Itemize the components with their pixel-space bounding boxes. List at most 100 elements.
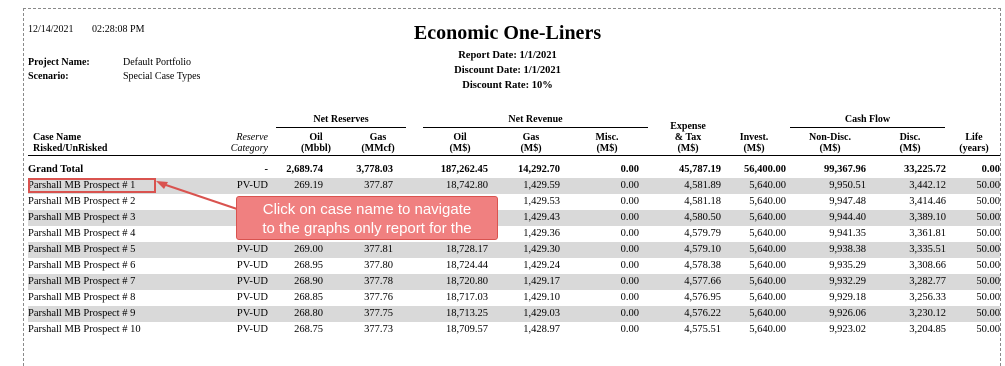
revenue-gas: 1,429.17: [488, 274, 560, 290]
reserve-category: PV-UD: [208, 274, 268, 290]
table-row[interactable]: Parshall MB Prospect # 6 PV-UD 268.95 37…: [28, 258, 1000, 274]
cashflow-nondisc: 9,947.48: [829, 196, 866, 207]
cashflow-disc: 3,308.66: [909, 260, 946, 271]
hdr-rev-oil-unit: (M$): [449, 143, 471, 154]
cashflow-disc: 3,414.46: [909, 196, 946, 207]
case-name-link[interactable]: Parshall MB Prospect # 8: [28, 290, 208, 306]
hdr-nondisc-unit: (M$): [819, 143, 841, 154]
group-rule-reserves: [276, 127, 406, 128]
table-row[interactable]: Parshall MB Prospect # 7 PV-UD 268.90 37…: [28, 274, 1000, 290]
hdr-misc: Misc.: [595, 132, 619, 143]
revenue-gas: 1,428.97: [523, 324, 560, 335]
life-years: 50.00: [976, 196, 1000, 207]
life-years: 50.00: [976, 324, 1000, 335]
expense-tax: 4,575.51: [684, 324, 721, 335]
hdr-invest-unit: (M$): [743, 143, 765, 154]
hdr-misc-unit: (M$): [596, 143, 618, 154]
expense-tax: 4,581.18: [684, 196, 721, 207]
table-row[interactable]: Parshall MB Prospect # 9 PV-UD 268.80 37…: [28, 306, 1000, 322]
revenue-gas: 1,429.59: [488, 178, 560, 194]
net-gas: 377.87: [323, 178, 393, 194]
revenue-gas: 1,429.53: [523, 196, 560, 207]
investment: 5,640.00: [721, 178, 786, 194]
investment: 5,640.00: [749, 292, 786, 303]
revenue-misc: 0.00: [560, 210, 639, 226]
hdr-category: Category: [230, 143, 268, 154]
cashflow-disc: 3,389.10: [866, 210, 946, 226]
net-oil: 268.85: [294, 292, 323, 303]
table-row[interactable]: Parshall MB Prospect # 5 PV-UD 269.00 37…: [28, 242, 1000, 258]
net-oil: 268.75: [294, 324, 323, 335]
revenue-gas: 1,429.43: [488, 210, 560, 226]
net-oil: 268.80: [268, 306, 323, 322]
investment: 5,640.00: [749, 228, 786, 239]
cashflow-nondisc: 9,950.51: [786, 178, 866, 194]
life-years: 50.00: [946, 210, 1000, 226]
cashflow-disc: 3,282.77: [866, 274, 946, 290]
cashflow-nondisc: 9,944.40: [786, 210, 866, 226]
cashflow-nondisc: 9,935.29: [829, 260, 866, 271]
cashflow-nondisc: 9,923.02: [829, 324, 866, 335]
hdr-nondisc: Non-Disc.: [809, 132, 851, 143]
revenue-oil: 18,742.80: [393, 178, 488, 194]
hdr-life-unit: (years): [959, 143, 989, 154]
net-gas: 377.76: [364, 292, 393, 303]
revenue-misc: 0.00: [560, 274, 639, 290]
cashflow-nondisc: 99,367.96: [824, 164, 866, 175]
life-years: 50.00: [976, 260, 1000, 271]
table-row[interactable]: Parshall MB Prospect # 4 1,429.36 0.00 4…: [28, 226, 1000, 242]
net-oil: 268.95: [294, 260, 323, 271]
net-gas: 3,778.03: [356, 164, 393, 175]
table-row[interactable]: Parshall MB Prospect # 8 PV-UD 268.85 37…: [28, 290, 1000, 306]
hdr-rev-oil: Oil: [453, 132, 467, 143]
hdr-invest: Invest.: [739, 132, 769, 143]
case-name-link[interactable]: Parshall MB Prospect # 10: [28, 322, 208, 338]
net-gas: 377.73: [364, 324, 393, 335]
scenario-value: Special Case Types: [123, 71, 201, 82]
case-name-link[interactable]: Parshall MB Prospect # 9: [28, 306, 208, 322]
group-cash-flow: Cash Flow: [844, 114, 891, 125]
group-rule-revenue: [423, 127, 648, 128]
expense-tax: 4,578.38: [684, 260, 721, 271]
case-name-link[interactable]: Parshall MB Prospect # 5: [28, 242, 208, 258]
revenue-gas: 1,429.10: [523, 292, 560, 303]
revenue-misc: 0.00: [620, 324, 639, 335]
net-oil: 269.00: [268, 242, 323, 258]
cashflow-disc: 3,442.12: [866, 178, 946, 194]
investment: 5,640.00: [721, 210, 786, 226]
net-gas: 377.78: [323, 274, 393, 290]
case-name-link[interactable]: Parshall MB Prospect # 4: [28, 226, 208, 242]
revenue-oil: 18,720.80: [393, 274, 488, 290]
table-row[interactable]: Parshall MB Prospect # 10 PV-UD 268.75 3…: [28, 322, 1000, 338]
net-gas: 377.81: [323, 242, 393, 258]
cashflow-nondisc: 9,938.38: [786, 242, 866, 258]
revenue-gas: 14,292.70: [518, 164, 560, 175]
hdr-gas-unit: (MMcf): [361, 143, 395, 154]
investment: 5,640.00: [749, 196, 786, 207]
hdr-expense: Expense: [670, 121, 706, 132]
table-row-grand-total: Grand Total - 2,689.74 3,778.03 187,262.…: [28, 162, 1000, 178]
net-oil: 269.19: [268, 178, 323, 194]
expense-tax: 4,581.89: [639, 178, 721, 194]
case-name-highlight: [28, 178, 156, 193]
revenue-oil: 18,709.57: [446, 324, 488, 335]
hdr-life: Life: [965, 132, 983, 143]
net-oil: 268.90: [268, 274, 323, 290]
life-years: 50.00: [946, 242, 1000, 258]
revenue-misc: 0.00: [560, 178, 639, 194]
expense-tax: 4,579.79: [684, 228, 721, 239]
revenue-misc: 0.00: [620, 164, 639, 175]
case-name: Grand Total: [28, 164, 84, 175]
callout-line-1: Click on case name to navigate: [262, 201, 472, 218]
reserve-category: PV-UD: [208, 306, 268, 322]
case-name-link[interactable]: Parshall MB Prospect # 6: [28, 258, 208, 274]
investment: 5,640.00: [721, 242, 786, 258]
revenue-misc: 0.00: [620, 292, 639, 303]
hdr-rev-gas: Gas: [522, 132, 540, 143]
life-years: 0.00: [981, 164, 1000, 175]
life-years: 50.00: [946, 306, 1000, 322]
cashflow-disc: 33,225.72: [904, 164, 946, 175]
case-name-link[interactable]: Parshall MB Prospect # 7: [28, 274, 208, 290]
hdr-case-name: Case Name: [33, 132, 82, 143]
revenue-misc: 0.00: [620, 196, 639, 207]
